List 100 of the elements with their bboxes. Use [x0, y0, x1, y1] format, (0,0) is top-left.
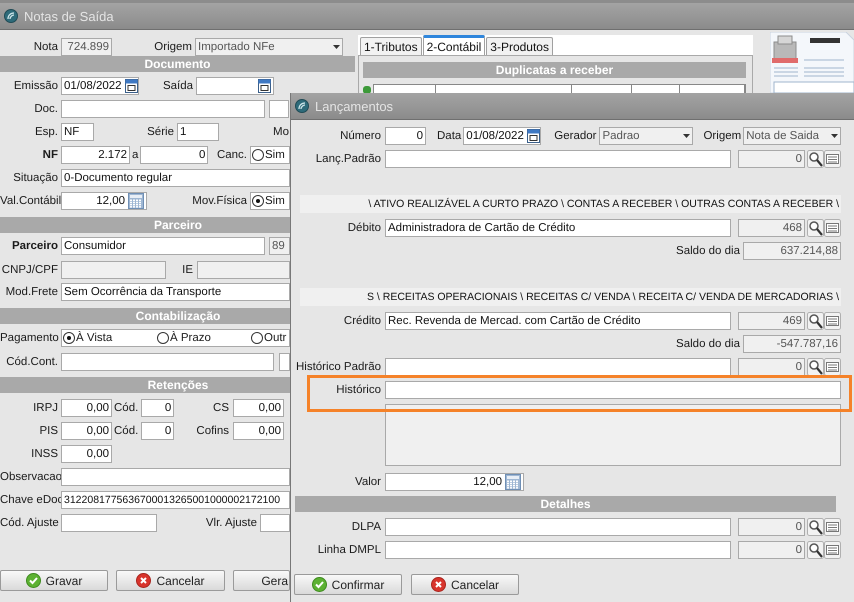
- radio-option[interactable]: Sim: [252, 149, 285, 161]
- text-field[interactable]: [260, 514, 290, 532]
- text-field[interactable]: [197, 261, 290, 279]
- tab[interactable]: 1-Tributos: [360, 37, 422, 55]
- code-field[interactable]: 0: [738, 358, 805, 376]
- list-icon[interactable]: [824, 358, 841, 376]
- origin-select[interactable]: Importado NFe: [195, 38, 343, 56]
- code-field[interactable]: 0: [738, 541, 805, 559]
- window-title: Notas de Saída: [24, 8, 114, 24]
- text-field[interactable]: [385, 541, 731, 559]
- code-field[interactable]: 469: [738, 312, 805, 330]
- field-label: Mov.Física: [192, 195, 247, 207]
- date-field[interactable]: 01/08/2022: [463, 127, 542, 145]
- number-field[interactable]: 0: [140, 146, 208, 164]
- radio-circle[interactable]: [157, 332, 169, 344]
- caret-icon[interactable]: [683, 134, 690, 138]
- code-field[interactable]: 89: [269, 237, 290, 255]
- text-field[interactable]: [61, 261, 166, 279]
- text-field[interactable]: 0-Documento regular: [61, 169, 290, 187]
- radio-circle[interactable]: [252, 149, 264, 161]
- radio-option[interactable]: À Vista: [63, 332, 157, 344]
- code-field[interactable]: 468: [738, 219, 805, 237]
- search-icon[interactable]: [807, 541, 824, 559]
- action-button[interactable]: Gravar: [0, 570, 108, 591]
- generator-select[interactable]: Padrao: [599, 127, 694, 145]
- text-field[interactable]: [385, 358, 731, 376]
- field-label: Cód.: [114, 402, 138, 414]
- text-field[interactable]: [269, 100, 289, 118]
- code-field[interactable]: 0: [141, 399, 174, 417]
- code-field[interactable]: 0: [738, 150, 805, 168]
- field-label: CS: [213, 402, 229, 414]
- date-field[interactable]: [196, 77, 274, 95]
- action-button[interactable]: Cancelar: [411, 574, 519, 595]
- number-field[interactable]: 724.899: [61, 38, 112, 56]
- search-icon[interactable]: [807, 358, 824, 376]
- amount-field[interactable]: 12,00: [385, 473, 524, 491]
- list-icon[interactable]: [824, 312, 841, 330]
- number-field[interactable]: 2.172: [61, 146, 130, 164]
- field-label: Valor: [354, 476, 381, 488]
- balance-field[interactable]: -547.787,16: [743, 335, 841, 353]
- text-field[interactable]: NF: [61, 123, 94, 141]
- radio-circle[interactable]: [63, 332, 75, 344]
- code-field[interactable]: 0: [738, 518, 805, 536]
- list-icon[interactable]: [824, 150, 841, 168]
- text-field[interactable]: 1: [177, 123, 219, 141]
- text-field[interactable]: Administradora de Cartão de Crédito: [385, 219, 731, 237]
- action-button[interactable]: Cancelar: [116, 570, 225, 591]
- amount-field[interactable]: 12,00: [61, 192, 147, 210]
- search-icon[interactable]: [807, 219, 824, 237]
- origin-select[interactable]: Nota de Saida: [743, 127, 841, 145]
- amount-field[interactable]: 0,00: [61, 399, 112, 417]
- section-header: Detalhes: [295, 496, 836, 512]
- section-header: Documento: [0, 56, 355, 72]
- memo-field[interactable]: [385, 404, 841, 466]
- text-field[interactable]: [385, 518, 731, 536]
- list-icon[interactable]: [824, 541, 841, 559]
- calculator-icon[interactable]: [505, 474, 521, 490]
- radio-option[interactable]: Sim: [252, 195, 285, 207]
- balance-field[interactable]: 637.214,88: [743, 242, 841, 260]
- action-button[interactable]: Gera: [233, 570, 290, 591]
- calculator-icon[interactable]: [128, 193, 144, 209]
- search-icon[interactable]: [807, 312, 824, 330]
- text-field[interactable]: [279, 353, 290, 371]
- text-field[interactable]: [385, 150, 731, 168]
- calendar-icon[interactable]: [258, 79, 271, 93]
- radio-circle[interactable]: [252, 195, 264, 207]
- tab[interactable]: 2-Contábil: [422, 35, 486, 55]
- search-icon[interactable]: [807, 150, 824, 168]
- field-label: Número: [339, 130, 381, 142]
- text-field[interactable]: Consumidor: [61, 237, 265, 255]
- text-field[interactable]: [61, 353, 274, 371]
- app-icon: [295, 99, 309, 113]
- radio-option[interactable]: Outr: [251, 332, 286, 344]
- date-field[interactable]: 01/08/2022: [61, 77, 139, 95]
- code-field[interactable]: 0: [141, 422, 174, 440]
- action-button[interactable]: Confirmar: [294, 574, 402, 595]
- text-field[interactable]: [61, 468, 290, 486]
- field-label: Parceiro: [10, 240, 58, 252]
- amount-field[interactable]: 0,00: [61, 445, 112, 463]
- search-icon[interactable]: [807, 518, 824, 536]
- caret-icon[interactable]: [333, 45, 340, 49]
- list-icon[interactable]: [824, 219, 841, 237]
- field-label: Val.Contábil: [0, 195, 58, 207]
- number-field[interactable]: 0: [385, 127, 426, 145]
- list-icon[interactable]: [824, 518, 841, 536]
- radio-circle[interactable]: [251, 332, 263, 344]
- tab[interactable]: 3-Produtos: [486, 37, 553, 55]
- radio-option[interactable]: À Prazo: [157, 332, 251, 344]
- text-field[interactable]: [61, 514, 157, 532]
- caret-icon[interactable]: [831, 134, 838, 138]
- text-field[interactable]: Sem Ocorrência da Transporte: [61, 283, 290, 301]
- amount-field[interactable]: 0,00: [61, 422, 112, 440]
- calendar-icon[interactable]: [526, 129, 540, 143]
- amount-field[interactable]: 0,00: [233, 399, 284, 417]
- text-field[interactable]: Rec. Revenda de Mercad. com Cartão de Crédito: [385, 312, 731, 330]
- calendar-icon[interactable]: [124, 79, 138, 93]
- text-field[interactable]: [385, 381, 841, 399]
- text-field[interactable]: [61, 100, 265, 118]
- amount-field[interactable]: 0,00: [233, 422, 284, 440]
- text-field[interactable]: 3122081775636700013265001000002172100: [61, 491, 290, 509]
